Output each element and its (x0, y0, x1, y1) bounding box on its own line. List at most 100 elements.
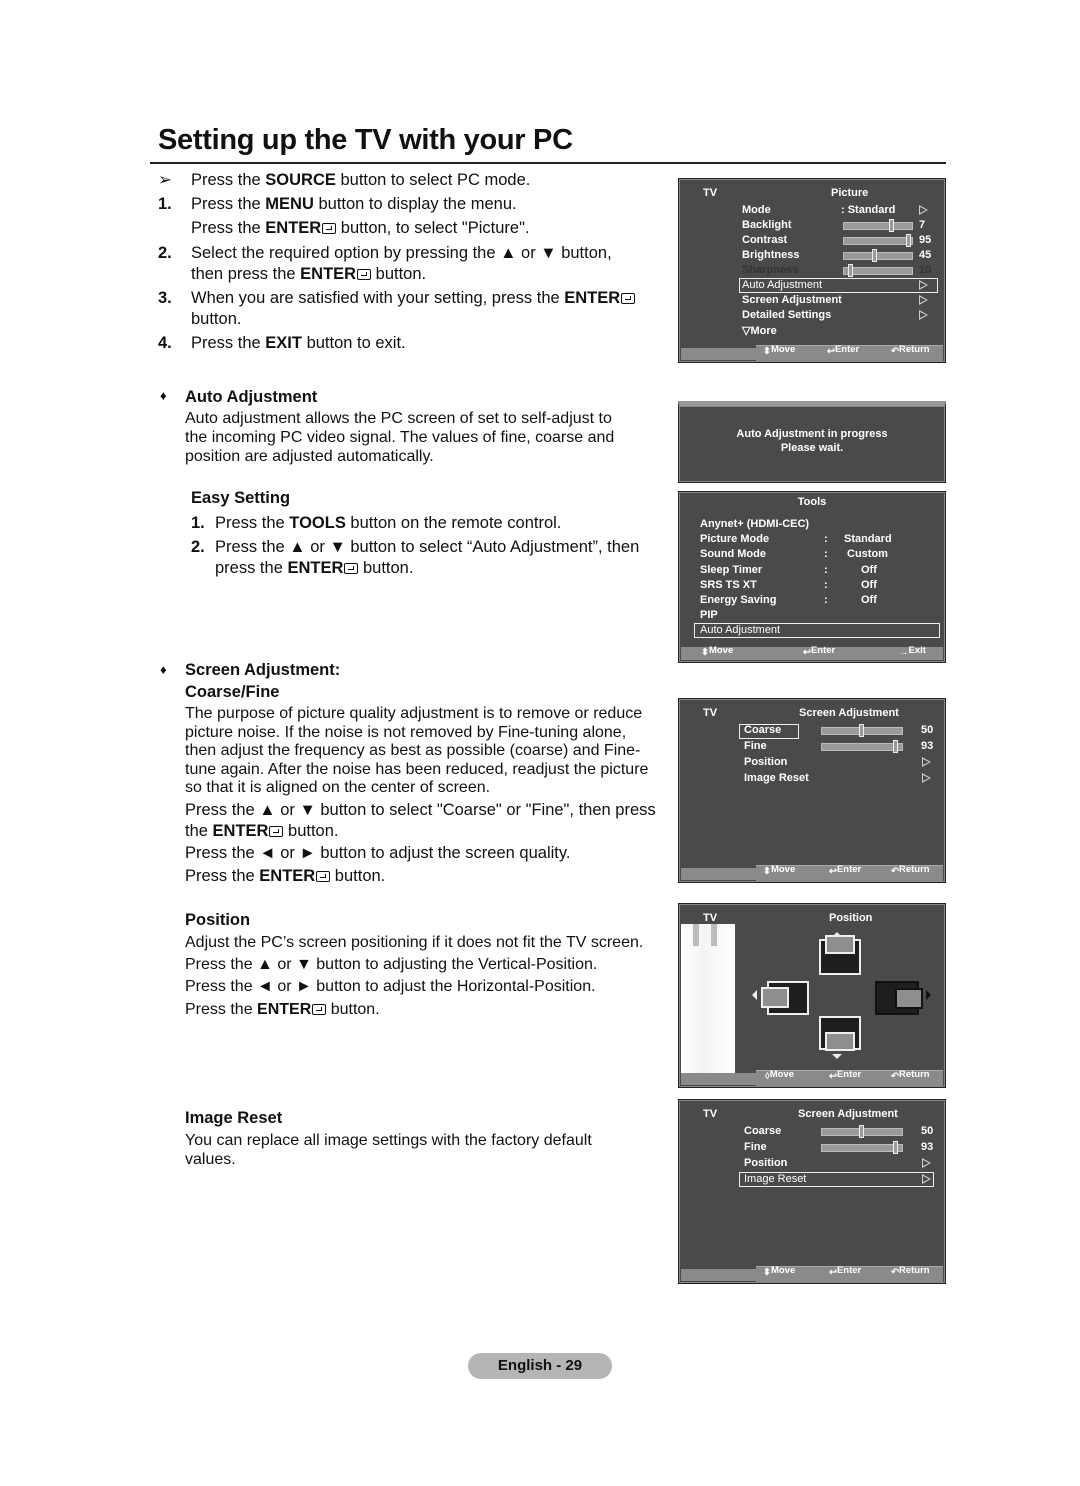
osd-title: Screen Adjustment (799, 707, 899, 719)
arrow-up-icon[interactable] (832, 932, 842, 937)
enter-hint: ↩ Enter (829, 864, 862, 877)
tools-item[interactable]: Sleep Timer (700, 564, 762, 576)
step-text: button to exit. (301, 334, 406, 352)
osd-item-position[interactable]: Position (744, 1157, 787, 1169)
step-number: 1. (158, 195, 172, 213)
position-heading: Position (185, 911, 251, 929)
osd-screen-adjustment-coarse: TV Screen Adjustment Position Image Rese… (678, 698, 946, 883)
osd-slider-label: Coarse (744, 1125, 782, 1137)
osd-item-image-reset[interactable]: Image Reset (744, 772, 809, 784)
slider-handle[interactable] (872, 249, 877, 262)
auto-adjustment-body: Auto adjustment allows the PC screen of … (185, 409, 614, 466)
chevron-right-icon (919, 280, 928, 290)
progress-wait: Please wait. (780, 442, 844, 454)
move-hint: ◊ Move (765, 1069, 794, 1082)
tools-item[interactable]: Anynet+ (HDMI-CEC) (700, 518, 809, 530)
chevron-right-icon[interactable] (919, 205, 928, 215)
osd-slider-label: Brightness (742, 249, 800, 261)
osd-slider-value: 50 (921, 1125, 934, 1137)
remote-control-illustration (681, 924, 735, 1084)
step-text: then press the (191, 265, 301, 283)
slider-handle[interactable] (859, 724, 864, 737)
osd-item-auto-adjustment[interactable]: Auto Adjustment (742, 279, 822, 291)
arrow-right-icon[interactable] (926, 990, 931, 1000)
enter-hint: ↩ Enter (829, 1265, 862, 1278)
osd-title: Picture (831, 187, 869, 199)
tools-item-auto-adjustment[interactable]: Auto Adjustment (700, 624, 780, 636)
position-body: Adjust the PC’s screen positioning if it… (185, 932, 643, 1021)
step-number: 2. (191, 538, 205, 556)
osd-item-image-reset[interactable]: Image Reset (744, 1173, 806, 1185)
arrow-left-icon[interactable] (752, 990, 757, 1000)
intro-step: then press the ENTER button. (158, 264, 426, 285)
osd-slider-value: 50 (921, 724, 934, 736)
body-line: Press the ▲ or ▼ button to adjusting the… (185, 956, 598, 973)
button-name: ENTER (300, 265, 357, 283)
osd-slider-coarse[interactable] (821, 1125, 903, 1138)
exit-hint: → Exit (899, 645, 926, 658)
tools-item[interactable]: Sound Mode (700, 548, 766, 560)
slider-handle[interactable] (893, 740, 898, 753)
osd-screen-adjustment-image-reset: TV Screen Adjustment Position Image Rese… (678, 1099, 946, 1284)
return-hint: ↶ Return (891, 344, 930, 357)
intro-step: Press the ENTER button, to select "Pictu… (158, 218, 530, 239)
slider-handle[interactable] (889, 219, 894, 232)
osd-tv-label: TV (703, 187, 718, 199)
step-text: Select the required option by pressing t… (191, 244, 612, 262)
osd-slider-value: 45 (919, 249, 932, 261)
enter-icon (344, 563, 359, 574)
easy-step-2-cont: press the ENTER button. (215, 559, 414, 577)
slider-handle[interactable] (893, 1141, 898, 1154)
body-line: Auto adjustment allows the PC screen of … (185, 410, 612, 427)
body-line: tune again. After the noise has been red… (185, 760, 649, 778)
osd-slider-contrast[interactable] (843, 234, 913, 247)
osd-slider-label: Fine (744, 740, 767, 752)
tools-separator: : (824, 548, 828, 561)
body-line: You can replace all image settings with … (185, 1132, 592, 1149)
tools-value: Off (861, 563, 877, 576)
step-text: button to display the menu. (313, 195, 517, 213)
osd-item-detailed-settings[interactable]: Detailed Settings (742, 309, 831, 321)
body-line: picture noise. If the noise is not remov… (185, 723, 627, 741)
coarse-fine-heading: Coarse/Fine (185, 683, 280, 701)
tools-item[interactable]: Picture Mode (700, 533, 769, 545)
tools-item[interactable]: SRS TS XT (700, 579, 757, 591)
osd-item-more[interactable]: ▽More (742, 324, 777, 337)
return-hint: ↶ Return (891, 864, 930, 877)
osd-tv-label: TV (703, 912, 718, 924)
return-hint: ↶ Return (891, 1069, 930, 1082)
enter-icon (312, 1004, 327, 1015)
return-hint: ↶ Return (891, 1265, 930, 1278)
osd-slider-fine[interactable] (821, 740, 903, 753)
enter-hint: ↩ Enter (803, 645, 836, 658)
progress-message: Auto Adjustment in progress (736, 428, 888, 440)
osd-footer: ⬍ Move ↩ Enter → Exit (681, 645, 943, 660)
osd-slider-brightness[interactable] (843, 249, 913, 262)
osd-slider-fine[interactable] (821, 1141, 903, 1154)
chevron-right-icon (922, 773, 931, 783)
slider-handle[interactable] (848, 264, 853, 277)
position-down-screen (819, 1016, 861, 1051)
step-text: button. (371, 265, 427, 283)
step-text: button. (191, 310, 242, 328)
bullet-icon: ♦ (160, 388, 167, 403)
slider-handle[interactable] (859, 1125, 864, 1138)
step-text: Press the (191, 334, 266, 352)
tools-separator: : (824, 563, 828, 576)
tools-item[interactable]: PIP (700, 609, 718, 621)
osd-item-screen-adjustment[interactable]: Screen Adjustment (742, 294, 842, 306)
body-line: then adjust the frequency as best as pos… (185, 742, 641, 760)
step-number: 3. (158, 289, 172, 307)
osd-title: Position (829, 912, 873, 924)
osd-slider-coarse[interactable] (821, 724, 903, 737)
arrow-icon: ➢ (158, 171, 172, 189)
osd-item-position[interactable]: Position (744, 756, 787, 768)
screen-adjustment-heading: Screen Adjustment: (185, 661, 341, 679)
tools-item[interactable]: Energy Saving (700, 594, 776, 606)
osd-slider-sharpness[interactable] (843, 264, 913, 277)
osd-slider-backlight[interactable] (843, 219, 913, 232)
bullet-icon: ♦ (160, 662, 167, 677)
slider-handle[interactable] (906, 234, 911, 247)
arrow-down-icon[interactable] (832, 1054, 842, 1059)
intro-step: 2. Select the required option by pressing… (158, 243, 612, 264)
